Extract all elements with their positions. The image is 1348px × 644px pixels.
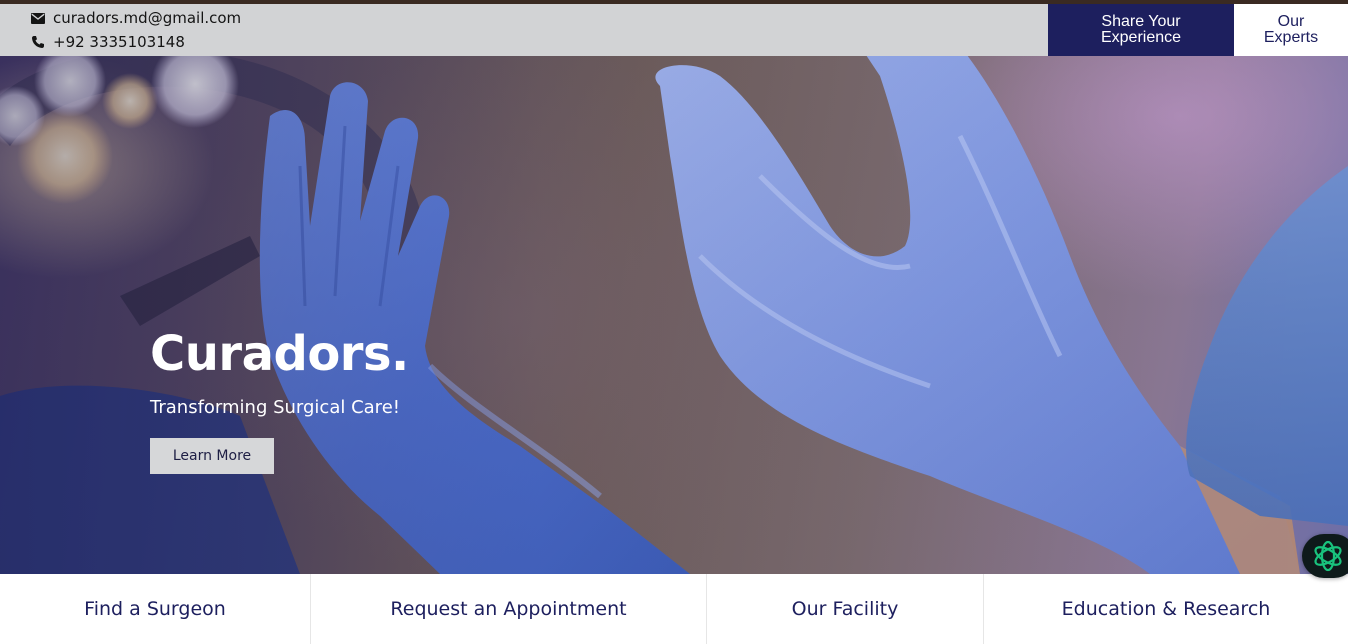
our-experts-button[interactable]: Our Experts <box>1234 4 1348 56</box>
learn-more-button[interactable]: Learn More <box>150 438 274 474</box>
hero-title: Curadors. <box>150 326 409 382</box>
nav-request-appointment[interactable]: Request an Appointment <box>311 574 707 644</box>
phone-icon <box>30 34 46 50</box>
surgical-gloves-image <box>0 56 1348 574</box>
hero-subtitle: Transforming Surgical Care! <box>150 397 400 418</box>
chat-widget-button[interactable] <box>1302 534 1348 578</box>
phone-contact[interactable]: +92 3335103148 <box>30 31 185 53</box>
page: curadors.md@gmail.com +92 3335103148 Sha… <box>0 0 1348 644</box>
phone-text: +92 3335103148 <box>53 33 185 51</box>
share-experience-label: Share Your Experience <box>1100 13 1182 46</box>
hero-banner: Curadors. Transforming Surgical Care! Le… <box>0 56 1348 574</box>
nav-find-a-surgeon[interactable]: Find a Surgeon <box>0 574 311 644</box>
nav-our-facility[interactable]: Our Facility <box>707 574 984 644</box>
email-contact[interactable]: curadors.md@gmail.com <box>30 7 241 29</box>
nav-education-research[interactable]: Education & Research <box>984 574 1348 644</box>
quick-links-nav: Find a Surgeon Request an Appointment Ou… <box>0 574 1348 644</box>
email-text: curadors.md@gmail.com <box>53 9 242 27</box>
our-experts-label: Our Experts <box>1263 13 1319 46</box>
envelope-icon <box>30 10 46 26</box>
share-experience-button[interactable]: Share Your Experience <box>1048 4 1234 56</box>
chat-assistant-icon <box>1314 540 1342 572</box>
